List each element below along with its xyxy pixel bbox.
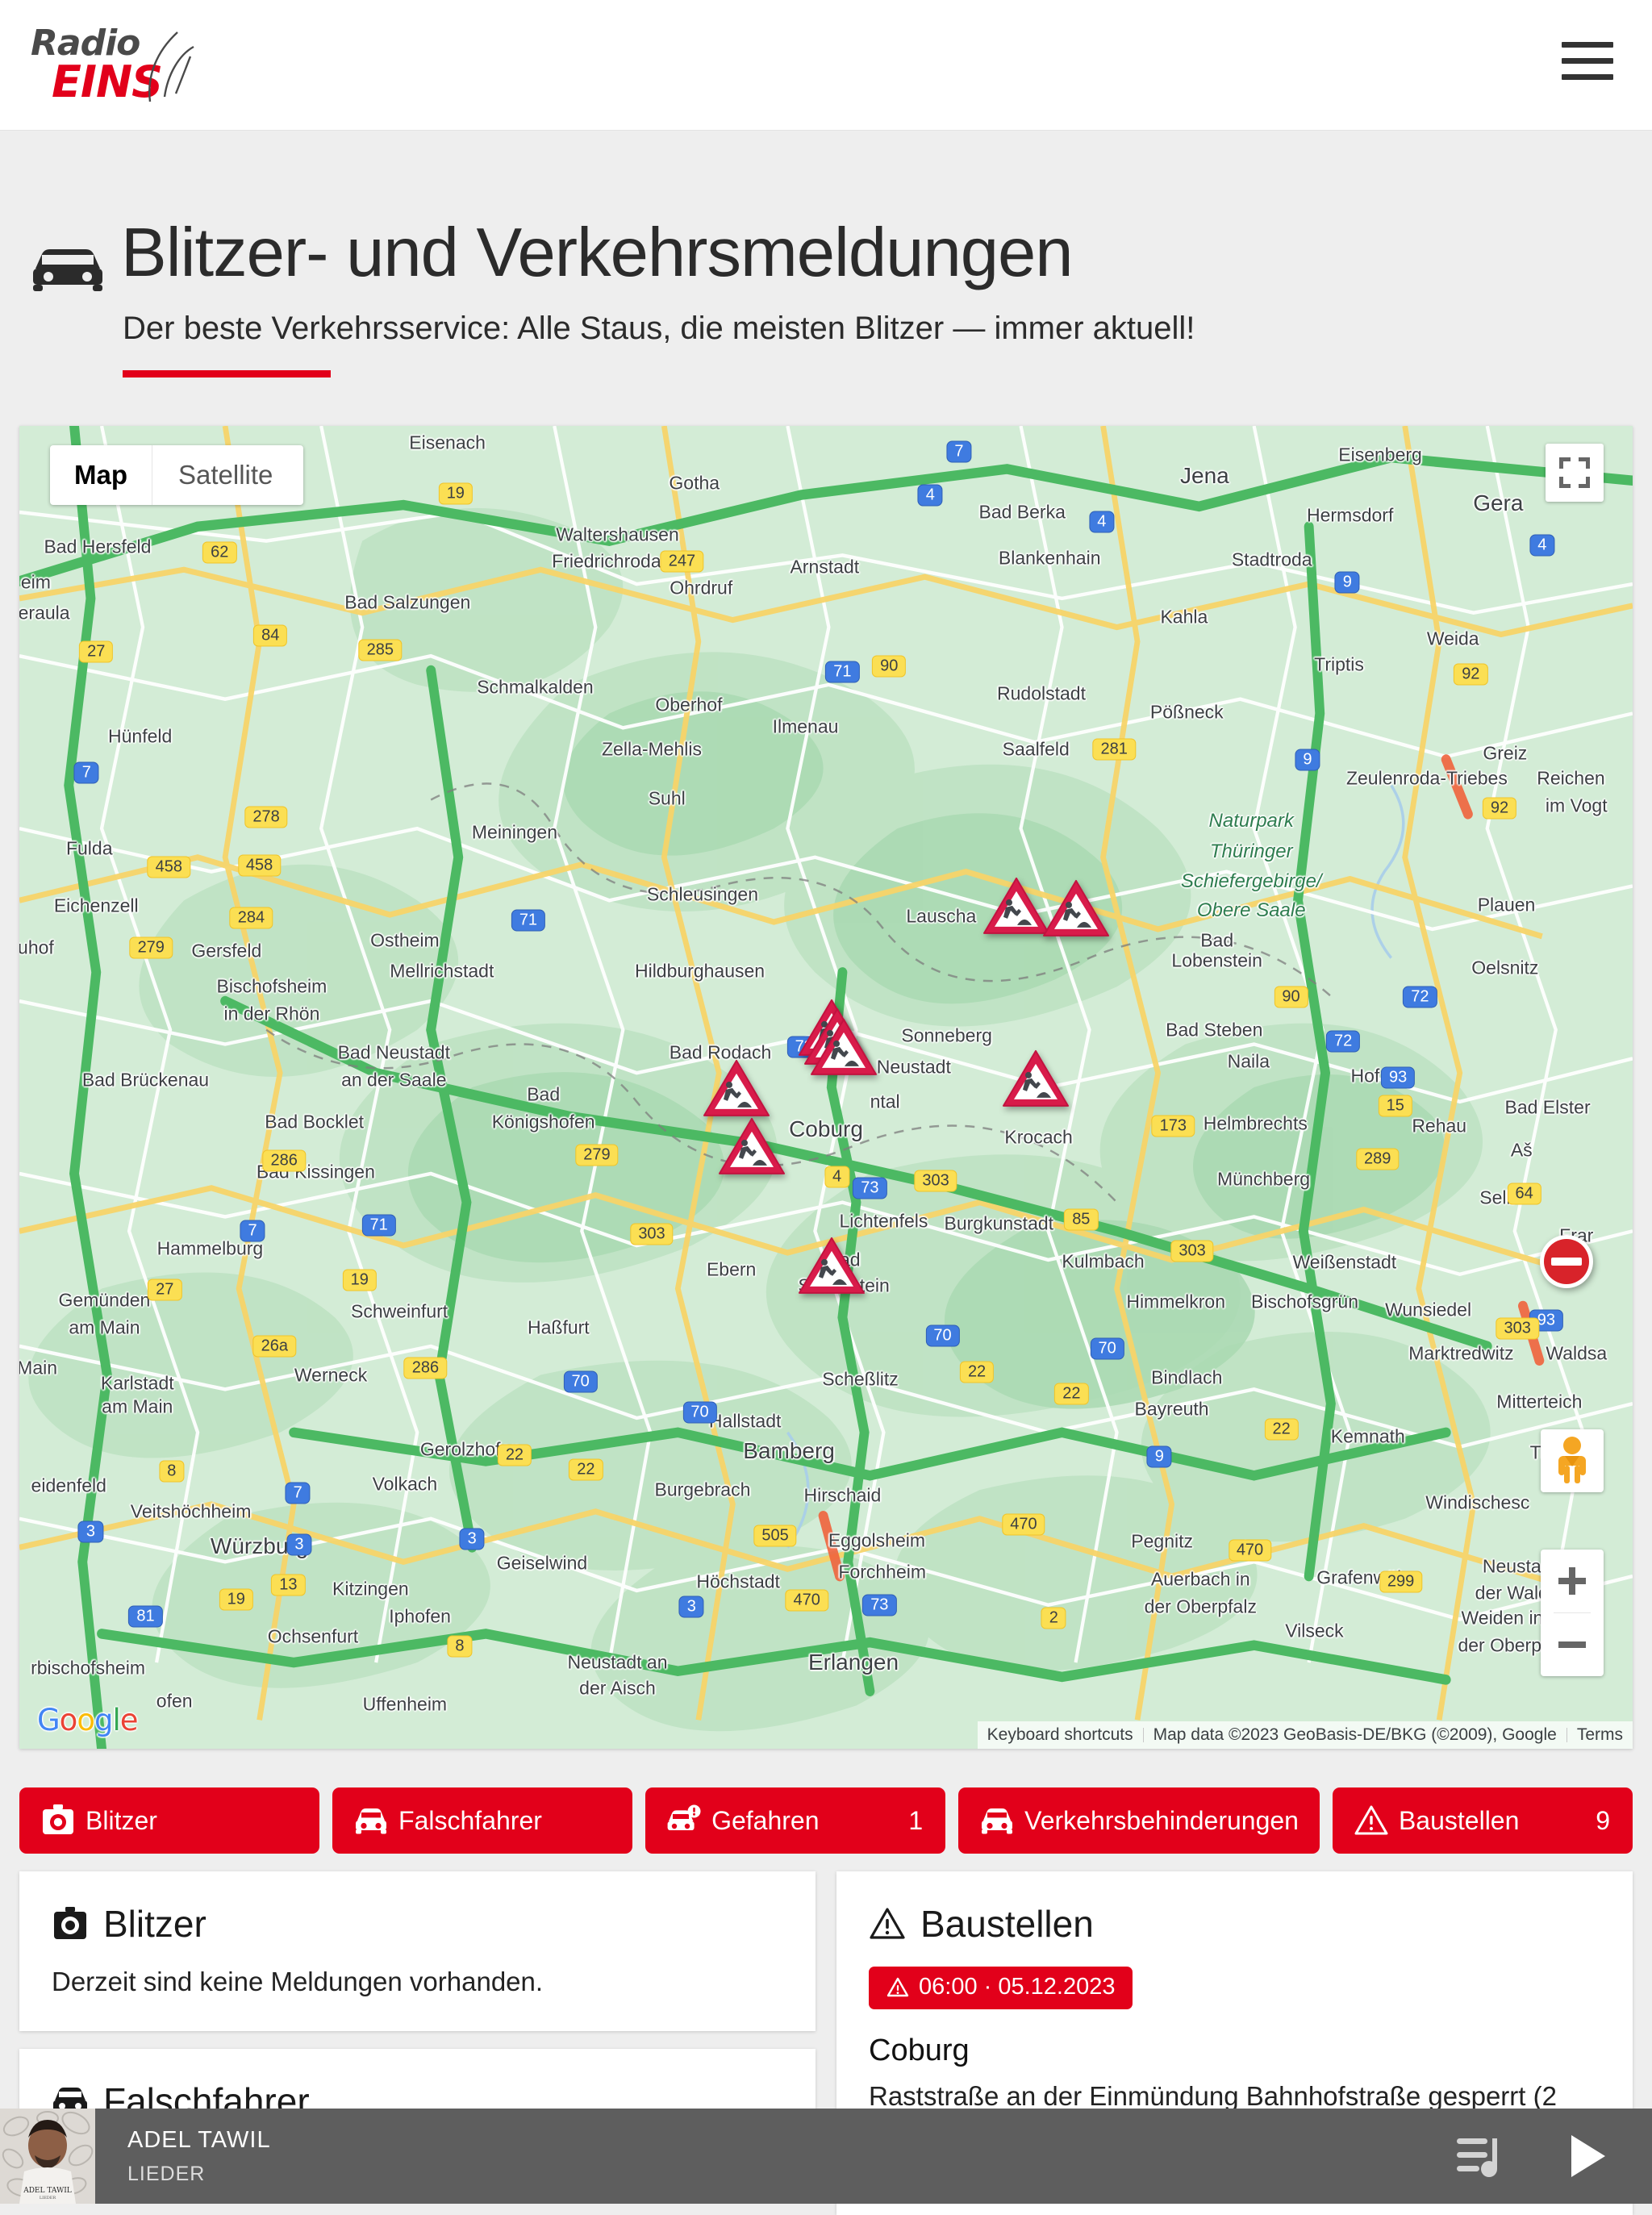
hazard-car-icon	[666, 1804, 702, 1837]
hamburger-bar	[1562, 74, 1613, 80]
speed-camera-icon	[52, 1906, 89, 1942]
car-icon	[31, 244, 105, 296]
now-playing-track: LIEDER	[127, 2163, 1452, 2186]
map-data-credit: Map data ©2023 GeoBasis-DE/BKG (©2009), …	[1144, 1725, 1566, 1745]
map-type-satellite[interactable]: Satellite	[152, 445, 303, 505]
card-blitzer: Blitzer Derzeit sind keine Meldungen vor…	[19, 1871, 816, 2031]
card-blitzer-header: Blitzer	[52, 1902, 783, 1946]
filter-button-label: Blitzer	[86, 1806, 157, 1836]
accent-rule	[123, 370, 331, 378]
filter-button-row: Blitzer Falschfahrer Gefahren 1 Verkehrsbehi…	[19, 1787, 1633, 1854]
logo-wave-icon	[140, 19, 205, 108]
fullscreen-icon[interactable]	[1546, 444, 1604, 502]
filter-button-label: Verkehrsbehinderungen	[1024, 1806, 1299, 1836]
warning-triangle-icon	[886, 1976, 909, 1999]
filter-button-falschfahrer[interactable]: Falschfahrer	[332, 1787, 632, 1854]
report-place: Coburg	[869, 2034, 1600, 2068]
street-view-pegman-icon[interactable]	[1541, 1429, 1604, 1492]
google-logo-l: l	[112, 1703, 119, 1737]
svg-text:ADEL TAWIL: ADEL TAWIL	[23, 2187, 72, 2195]
filter-button-label: Gefahren	[711, 1806, 819, 1836]
zoom-out-button[interactable]	[1541, 1613, 1604, 1676]
no-entry-marker-icon[interactable]	[1537, 1232, 1596, 1291]
filter-button-count: 1	[908, 1806, 923, 1836]
warning-triangle-icon	[869, 1906, 906, 1942]
roadworks-marker-icon[interactable]	[809, 1016, 878, 1079]
card-blitzer-title: Blitzer	[103, 1902, 206, 1946]
status-badge: 06:00 · 05.12.2023	[869, 1967, 1133, 2009]
now-playing-artist: ADEL TAWIL	[127, 2127, 1452, 2154]
play-icon[interactable]	[1557, 2127, 1615, 2185]
google-logo: Google	[37, 1703, 138, 1737]
map-zoom-control[interactable]	[1541, 1550, 1604, 1676]
keyboard-shortcuts-link[interactable]: Keyboard shortcuts	[978, 1725, 1143, 1745]
hamburger-menu-icon[interactable]	[1562, 42, 1613, 79]
filter-button-label: Baustellen	[1399, 1806, 1519, 1836]
audio-player-bar: ADEL TAWIL LIEDER ADEL TAWIL LIEDER	[0, 2109, 1652, 2204]
google-logo-o1: o	[60, 1703, 77, 1737]
page-title: Blitzer- und Verkehrsmeldungen	[121, 214, 1073, 293]
google-logo-e: e	[120, 1703, 138, 1737]
now-playing-info: ADEL TAWIL LIEDER	[127, 2127, 1452, 2186]
google-logo-g1: G	[37, 1703, 60, 1737]
filter-button-baustellen[interactable]: Baustellen 9	[1333, 1787, 1633, 1854]
badge-timestamp: 06:00 · 05.12.2023	[919, 1974, 1115, 2000]
car-icon	[979, 1804, 1015, 1837]
speed-camera-icon	[40, 1804, 76, 1837]
warning-triangle-icon	[1354, 1804, 1389, 1837]
filter-button-blitzer[interactable]: Blitzer	[19, 1787, 319, 1854]
filter-button-verkehrsbehinderungen[interactable]: Verkehrsbehinderungen	[958, 1787, 1320, 1854]
filter-button-gefahren[interactable]: Gefahren 1	[645, 1787, 945, 1854]
radio-eins-logo[interactable]: Radio EINS	[27, 18, 189, 108]
roadworks-marker-icon[interactable]	[797, 1234, 866, 1297]
map-type-toggle[interactable]: Map Satellite	[50, 445, 303, 505]
car-icon	[353, 1804, 389, 1837]
card-blitzer-empty-text: Derzeit sind keine Meldungen vorhanden.	[52, 1967, 783, 1997]
hamburger-bar	[1562, 42, 1613, 48]
filter-button-label: Falschfahrer	[398, 1806, 542, 1836]
filter-button-count: 9	[1596, 1806, 1610, 1836]
card-baustellen-title: Baustellen	[920, 1902, 1094, 1946]
roadworks-marker-icon[interactable]	[702, 1057, 771, 1120]
google-logo-g2: g	[94, 1703, 113, 1737]
svg-text:LIEDER: LIEDER	[40, 2196, 56, 2200]
map-type-map[interactable]: Map	[50, 445, 152, 505]
roadworks-marker-icon[interactable]	[1041, 878, 1111, 941]
map-canvas: BebraEisenachGothaBad BerkaJenaEisenberg…	[19, 426, 1633, 1749]
traffic-map[interactable]: BebraEisenachGothaBad BerkaJenaEisenberg…	[19, 426, 1633, 1749]
roadworks-marker-icon[interactable]	[1001, 1048, 1070, 1111]
card-baustellen-header: Baustellen	[869, 1902, 1600, 1946]
map-attribution: Keyboard shortcuts Map data ©2023 GeoBas…	[978, 1721, 1633, 1749]
terms-link[interactable]: Terms	[1567, 1725, 1633, 1745]
site-header: Radio EINS	[0, 0, 1652, 131]
zoom-in-button[interactable]	[1541, 1550, 1604, 1612]
google-logo-o2: o	[77, 1703, 94, 1737]
album-artwork: ADEL TAWIL LIEDER	[0, 2109, 95, 2204]
hamburger-bar	[1562, 58, 1613, 64]
playlist-music-icon[interactable]	[1452, 2127, 1510, 2185]
page-subtitle: Der beste Verkehrsservice: Alle Staus, d…	[123, 311, 1195, 347]
roadworks-marker-icon[interactable]	[717, 1116, 786, 1178]
